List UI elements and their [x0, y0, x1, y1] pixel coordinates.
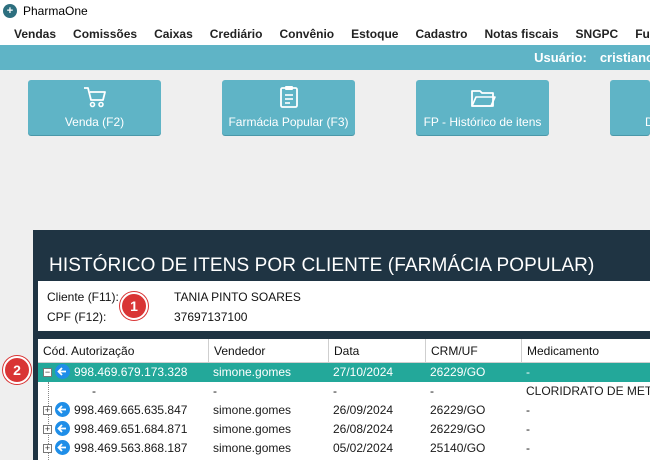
cell-data: 27/10/2024: [333, 365, 394, 379]
table-row[interactable]: − 998.469.679.173.328 simone.gomes 27/10…: [38, 363, 650, 382]
cart-icon: [83, 87, 106, 108]
user-bar: Usuário: cristiano: [0, 45, 650, 70]
arrow-left-icon: [55, 364, 70, 379]
menu-notas-fiscais[interactable]: Notas fiscais: [475, 27, 566, 41]
menu-estoque[interactable]: Estoque: [342, 27, 406, 41]
cell-crm: 26229/GO: [430, 422, 486, 436]
menu-vendas[interactable]: Vendas: [0, 27, 64, 41]
cell-crm: 26229/GO: [430, 403, 486, 417]
cell-data: 05/02/2024: [333, 441, 394, 455]
col-data[interactable]: Data: [328, 339, 425, 363]
menu-caixas[interactable]: Caixas: [145, 27, 201, 41]
cell-medicamento: -: [526, 441, 530, 455]
col-crm-uf[interactable]: CRM/UF: [425, 339, 521, 363]
cell-cod: -: [92, 384, 96, 398]
annotation-badge-1: 1: [120, 292, 148, 320]
historico-panel: HISTÓRICO DE ITENS POR CLIENTE (FARMÁCIA…: [33, 230, 650, 460]
menu-sngpc[interactable]: SNGPC: [567, 27, 627, 41]
app-logo-icon: +: [3, 4, 17, 18]
cell-vendedor: simone.gomes: [213, 403, 292, 417]
panel-title: HISTÓRICO DE ITENS POR CLIENTE (FARMÁCIA…: [49, 255, 595, 276]
cell-vendedor: simone.gomes: [213, 365, 292, 379]
toolbar-button-4-label: D: [645, 115, 650, 129]
cell-data: 26/08/2024: [333, 422, 394, 436]
table-row[interactable]: - - - - CLORIDRATO DE METFO: [38, 382, 650, 401]
fp-historico-button-label: FP - Histórico de itens: [423, 115, 542, 129]
toolbar-button-4[interactable]: D: [610, 80, 650, 135]
toolbar: Venda (F2) Farmácia Popular (F3) FP - Hi…: [0, 70, 650, 230]
table-row[interactable]: + 998.469.651.684.871 simone.gomes 26/08…: [38, 420, 650, 439]
farmacia-popular-button-label: Farmácia Popular (F3): [228, 115, 349, 129]
arrow-left-icon: [55, 402, 70, 417]
menu-bar: Vendas Comissões Caixas Crediário Convên…: [0, 22, 650, 45]
table-row[interactable]: + 998.469.665.635.847 simone.gomes 26/09…: [38, 401, 650, 420]
expand-icon[interactable]: +: [43, 406, 52, 415]
user-label: Usuário:: [534, 50, 587, 65]
grid-header: Cód. Autorização Vendedor Data CRM/UF Me…: [38, 339, 650, 363]
col-cod-autorizacao[interactable]: Cód. Autorização: [38, 339, 208, 363]
annotation-badge-2: 2: [3, 356, 31, 384]
cell-cod: 998.469.665.635.847: [74, 403, 188, 417]
col-vendedor[interactable]: Vendedor: [208, 339, 328, 363]
cliente-value[interactable]: TANIA PINTO SOARES: [174, 290, 301, 304]
clipboard-icon: [279, 86, 298, 108]
farmacia-popular-button[interactable]: Farmácia Popular (F3): [222, 80, 355, 135]
menu-cadastro[interactable]: Cadastro: [406, 27, 475, 41]
historico-grid: Cód. Autorização Vendedor Data CRM/UF Me…: [38, 339, 650, 460]
cell-cod: 998.469.679.173.328: [74, 365, 188, 379]
cell-data: 26/09/2024: [333, 403, 394, 417]
menu-funcoes[interactable]: Funções a: [626, 27, 650, 41]
table-row[interactable]: + 998.469.563.868.187 simone.gomes 05/02…: [38, 439, 650, 458]
cell-medicamento: -: [526, 365, 530, 379]
cliente-label: Cliente (F11):: [47, 290, 119, 304]
cell-vendedor: -: [213, 384, 217, 398]
cell-crm: 25140/GO: [430, 441, 486, 455]
user-name: cristiano: [599, 50, 650, 65]
expand-icon[interactable]: +: [43, 425, 52, 434]
cell-crm: 26229/GO: [430, 365, 486, 379]
window-title: PharmaOne: [23, 4, 88, 18]
menu-crediario[interactable]: Crediário: [201, 27, 271, 41]
arrow-left-icon: [55, 440, 70, 455]
cpf-value[interactable]: 37697137100: [174, 310, 247, 324]
collapse-icon[interactable]: −: [43, 368, 52, 377]
cell-vendedor: simone.gomes: [213, 441, 292, 455]
cell-medicamento: -: [526, 422, 530, 436]
cell-cod: 998.469.651.684.871: [74, 422, 188, 436]
title-bar: + PharmaOne: [0, 0, 650, 22]
expand-icon[interactable]: +: [43, 444, 52, 453]
cell-medicamento: -: [526, 403, 530, 417]
menu-convenio[interactable]: Convênio: [270, 27, 342, 41]
arrow-left-icon: [55, 421, 70, 436]
cell-data: -: [333, 384, 337, 398]
folder-icon: [470, 90, 496, 107]
cell-medicamento: CLORIDRATO DE METFO: [526, 384, 650, 398]
cell-vendedor: simone.gomes: [213, 422, 292, 436]
cell-crm: -: [430, 384, 434, 398]
fp-historico-button[interactable]: FP - Histórico de itens: [416, 80, 549, 135]
menu-comissoes[interactable]: Comissões: [64, 27, 145, 41]
cell-cod: 998.469.563.868.187: [74, 441, 188, 455]
venda-button-label: Venda (F2): [64, 115, 125, 129]
col-medicamento[interactable]: Medicamento: [521, 339, 650, 363]
venda-button[interactable]: Venda (F2): [28, 80, 161, 135]
cpf-label: CPF (F12):: [47, 310, 107, 324]
